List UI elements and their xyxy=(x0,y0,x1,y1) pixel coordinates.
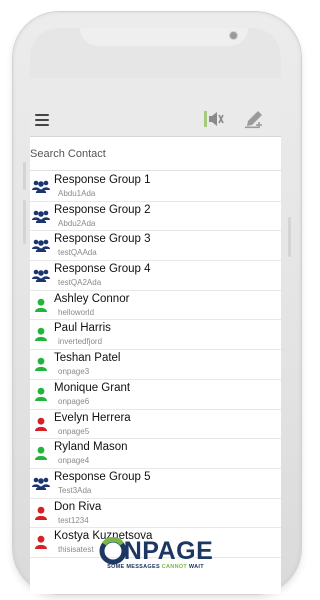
contact-username: onpage5 xyxy=(58,426,90,436)
contact-username: onpage4 xyxy=(58,456,90,466)
contact-name: Paul Harris xyxy=(54,322,111,335)
contact-name: Response Group 1 xyxy=(54,174,151,186)
group-people-icon xyxy=(32,209,50,223)
contact-name: Ashley Connor xyxy=(54,292,130,305)
contact-name: Don Riva xyxy=(54,500,102,513)
brand-tagline: SOME MESSAGES CANNOT WAIT xyxy=(30,564,281,570)
contact-row[interactable]: Ashley Connor helloworld xyxy=(30,291,281,321)
group-people-icon xyxy=(32,238,50,253)
tagline-highlight: CANNOT xyxy=(161,564,188,570)
person-icon xyxy=(32,357,50,372)
contact-row[interactable]: Evelyn Herrera onpage5 xyxy=(30,410,281,440)
contact-username: Test3Ada xyxy=(58,485,92,495)
contact-list: Response Group 1 Abdu1Ada Response Group 2… xyxy=(30,172,281,558)
contact-row[interactable]: Don Riva test1234 xyxy=(30,499,281,529)
person-icon xyxy=(32,446,50,461)
contact-username: onpage3 xyxy=(58,367,90,377)
camera-icon xyxy=(230,32,237,39)
contact-name: Monique Grant xyxy=(54,381,131,394)
contact-name: Response Group 4 xyxy=(54,263,151,276)
contact-row[interactable]: Response Group 1 Abdu1Ada xyxy=(30,172,281,202)
person-icon xyxy=(32,506,50,520)
brand-wordmark: NPAGE xyxy=(123,536,214,565)
person-icon xyxy=(32,327,50,342)
contact-username: test1234 xyxy=(58,515,89,525)
contact-name: Response Group 2 xyxy=(54,203,151,216)
contact-row[interactable]: Paul Harris invertedfjord xyxy=(30,320,281,351)
phone-side-button xyxy=(23,162,26,190)
contact-row[interactable]: Teshan Patel onpage3 xyxy=(30,350,281,380)
brand-footer: NPAGE SOME MESSAGES CANNOT WAIT xyxy=(30,534,281,584)
contact-row[interactable]: Response Group 2 Abdu2Ada xyxy=(30,202,281,232)
contact-row[interactable]: Monique Grant onpage6 xyxy=(30,380,281,410)
phone-side-button xyxy=(23,200,26,244)
compose-pencil-icon[interactable] xyxy=(243,109,265,129)
tagline-prefix: SOME MESSAGES xyxy=(107,564,162,570)
app-bar xyxy=(30,78,281,137)
hamburger-menu-icon[interactable] xyxy=(35,114,49,126)
phone-notch xyxy=(80,28,248,46)
contact-name: Response Group 3 xyxy=(54,233,151,246)
contact-name: Response Group 5 xyxy=(54,470,151,483)
person-icon xyxy=(32,298,50,312)
contact-row[interactable]: Response Group 5 Test3Ada xyxy=(30,469,281,499)
person-icon xyxy=(32,387,50,401)
phone-side-button xyxy=(288,217,291,257)
search-bar xyxy=(30,144,281,171)
contact-row[interactable]: Response Group 3 testQAAda xyxy=(30,231,281,262)
speaker-mute-icon[interactable] xyxy=(203,109,225,129)
contact-username: testQAAda xyxy=(58,248,97,258)
contact-name: Teshan Patel xyxy=(54,352,121,365)
contact-username: onpage6 xyxy=(58,396,90,406)
contact-username: invertedfjord xyxy=(58,337,103,347)
contact-username: helloworld xyxy=(58,307,95,317)
contact-name: Evelyn Herrera xyxy=(54,411,131,424)
contact-username: Abdu2Ada xyxy=(58,218,96,228)
contact-row[interactable]: Ryland Mason onpage4 xyxy=(30,439,281,469)
onpage-logo: NPAGE xyxy=(30,536,281,566)
group-people-icon xyxy=(32,476,50,490)
phone-screen: Response Group 1 Abdu1Ada Response Group 2… xyxy=(30,28,281,594)
contact-row[interactable]: Response Group 4 testQA2Ada xyxy=(30,261,281,291)
person-icon xyxy=(32,417,50,431)
contact-name: Ryland Mason xyxy=(54,441,128,454)
search-input[interactable] xyxy=(30,148,275,160)
tagline-suffix: WAIT xyxy=(187,564,204,570)
group-people-icon xyxy=(32,179,50,193)
contact-username: testQA2Ada xyxy=(58,278,102,288)
group-people-icon xyxy=(32,268,50,283)
contact-username: Abdu1Ada xyxy=(58,189,96,198)
